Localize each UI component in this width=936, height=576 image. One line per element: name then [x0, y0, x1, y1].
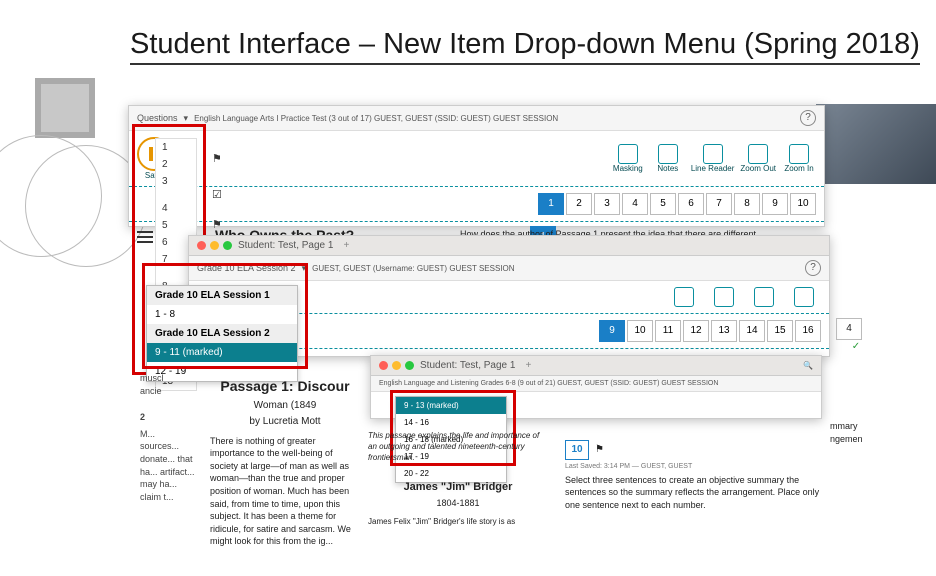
- test1-topbar: Questions ▾ English Language Arts I Prac…: [129, 106, 824, 131]
- q10-prompt: Select three sentences to create an obje…: [565, 474, 825, 512]
- bridger-block: James "Jim" Bridger 1804-1881 James Feli…: [368, 478, 548, 527]
- check-icon: ✓: [836, 340, 876, 354]
- checkbox-icon[interactable]: ☑: [212, 188, 222, 201]
- new-tab-icon[interactable]: +: [343, 240, 349, 251]
- pager-item[interactable]: 6: [678, 193, 704, 215]
- zoom-out-button[interactable]: Zoom Out: [740, 144, 776, 173]
- help-icon[interactable]: ?: [800, 110, 816, 126]
- passage-note: This passage explains the life and impor…: [368, 430, 548, 464]
- q10-block: 10 ⚑ Last Saved: 3:14 PM — GUEST, GUEST …: [565, 440, 825, 512]
- slide-title: Student Interface – New Item Drop-down M…: [130, 28, 920, 65]
- dropdown-item-selected[interactable]: 9 - 13 (marked): [396, 397, 506, 414]
- test-window-1: Questions ▾ English Language Arts I Prac…: [128, 105, 825, 227]
- flag-icon: ⚑: [212, 152, 222, 165]
- slide-deco-square: [35, 78, 95, 138]
- breadcrumb: GUEST, GUEST (Username: GUEST) GUEST SES…: [312, 264, 514, 273]
- hamburger-icon[interactable]: [137, 231, 153, 243]
- passage1-block: Passage 1: Discour Woman (1849 by Lucret…: [210, 375, 360, 548]
- dropdown-header: Grade 10 ELA Session 1: [147, 286, 297, 305]
- pager-item[interactable]: 9: [599, 320, 625, 342]
- dropdown-item-selected[interactable]: 9 - 11 (marked): [147, 343, 297, 362]
- notes-button[interactable]: [667, 287, 701, 307]
- pager-item[interactable]: 9: [762, 193, 788, 215]
- notes-button[interactable]: Notes: [651, 144, 685, 173]
- pager-item[interactable]: 16: [795, 320, 821, 342]
- pager-item[interactable]: 10: [627, 320, 653, 342]
- dropdown-item[interactable]: 14 - 16: [396, 414, 506, 431]
- pager-item[interactable]: 8: [734, 193, 760, 215]
- sidebar-item[interactable]: 4: [156, 200, 196, 217]
- tab-title[interactable]: Student: Test, Page 1: [238, 240, 333, 251]
- video-thumb-clouds: [816, 104, 936, 184]
- pager-item[interactable]: 4: [836, 318, 862, 340]
- new-tab-icon[interactable]: +: [525, 360, 531, 371]
- pager-item[interactable]: 7: [706, 193, 732, 215]
- mac-traffic-lights[interactable]: [379, 361, 414, 370]
- mac-traffic-lights[interactable]: [197, 241, 232, 250]
- pager-item[interactable]: 10: [790, 193, 816, 215]
- context-label[interactable]: Grade 10 ELA Session 2: [197, 263, 296, 273]
- masking-button[interactable]: Masking: [611, 144, 645, 173]
- flag-icon[interactable]: ⚑: [595, 443, 604, 457]
- line-reader-button[interactable]: [707, 287, 741, 307]
- pager-item[interactable]: 1: [538, 193, 564, 215]
- mac-titlebar: Student: Test, Page 1 +: [189, 236, 829, 256]
- left-text-fragment: muscl ancie 2 M... sources... donate... …: [140, 372, 195, 503]
- test1-toolbar: Save Masking Notes Line Reader Zoom Out …: [129, 131, 824, 187]
- test2-topbar: Grade 10 ELA Session 2 ▾ GUEST, GUEST (U…: [189, 256, 829, 281]
- dropdown-header: Grade 10 ELA Session 2: [147, 324, 297, 343]
- slide-title-area: Student Interface – New Item Drop-down M…: [0, 0, 936, 65]
- pager-item[interactable]: 14: [739, 320, 765, 342]
- pager-item[interactable]: 11: [655, 320, 681, 342]
- breadcrumb: English Language Arts I Practice Test (3…: [194, 114, 558, 123]
- item-dropdown-menu: Grade 10 ELA Session 1 1 - 8 Grade 10 EL…: [146, 285, 298, 382]
- dropdown-item[interactable]: 1 - 8: [147, 305, 297, 324]
- extra-page-cell: 4 ✓: [836, 318, 876, 354]
- right-text-fragment: mmary ngemen: [830, 420, 863, 445]
- mac-titlebar: Student: Test, Page 1 + 🔍: [371, 356, 821, 376]
- sidebar-item[interactable]: 5: [156, 217, 196, 234]
- pager-item[interactable]: 13: [711, 320, 737, 342]
- pager-item[interactable]: 2: [566, 193, 592, 215]
- zoom-out-button[interactable]: [747, 287, 781, 307]
- sidebar-item[interactable]: 3: [156, 173, 196, 190]
- breadcrumb: English Language and Listening Grades 6-…: [379, 380, 718, 387]
- pager-item[interactable]: 5: [650, 193, 676, 215]
- questions-dropdown[interactable]: Questions: [137, 113, 178, 123]
- test1-pager-row1: 1 2 3 4 5 6 7 8 9 10: [129, 187, 824, 222]
- sidebar-item[interactable]: 2: [156, 156, 196, 173]
- pager-item[interactable]: 4: [622, 193, 648, 215]
- zoom-in-button[interactable]: [787, 287, 821, 307]
- pager-item[interactable]: 15: [767, 320, 793, 342]
- question-number: 10: [565, 440, 589, 460]
- sidebar-item[interactable]: 1: [156, 139, 196, 156]
- pager-item[interactable]: 12: [683, 320, 709, 342]
- tab-title[interactable]: Student: Test, Page 1: [420, 360, 515, 371]
- pager-item[interactable]: 3: [594, 193, 620, 215]
- flag-icon: ⚑: [212, 218, 222, 231]
- last-saved: Last Saved: 3:14 PM — GUEST, GUEST: [565, 462, 825, 472]
- help-icon[interactable]: ?: [805, 260, 821, 276]
- line-reader-button[interactable]: Line Reader: [691, 144, 735, 173]
- test3-topbar: English Language and Listening Grades 6-…: [371, 376, 821, 392]
- zoom-in-button[interactable]: Zoom In: [782, 144, 816, 173]
